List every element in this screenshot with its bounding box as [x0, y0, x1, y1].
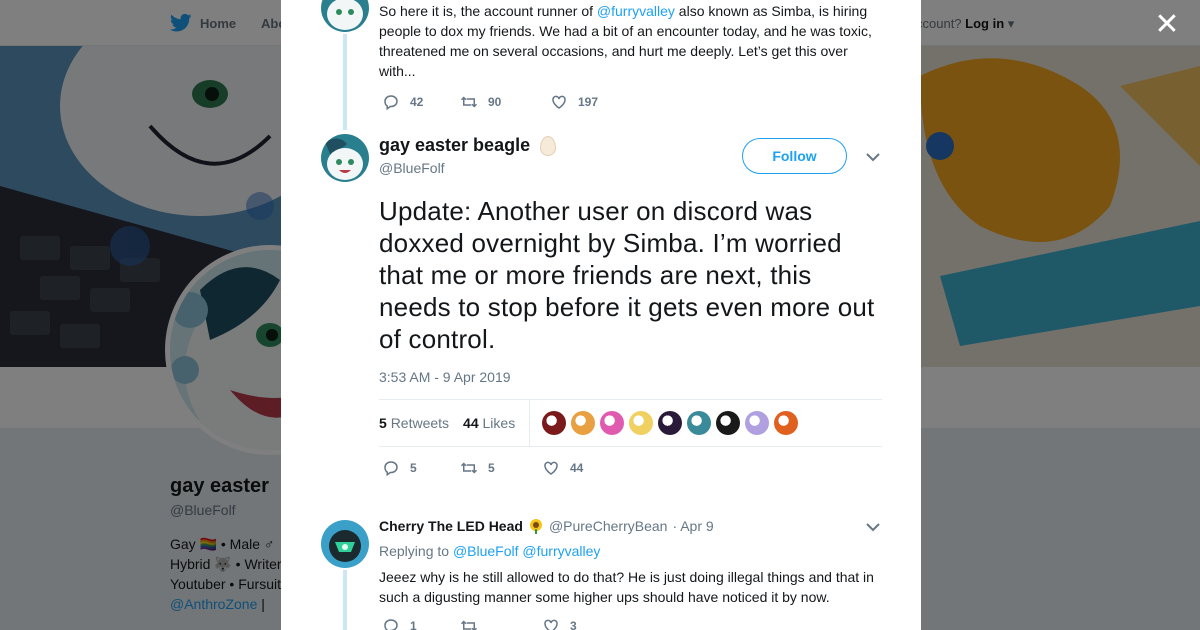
heart-icon	[552, 95, 566, 109]
retweet-stat[interactable]: 5 Retweets	[379, 415, 449, 431]
retweet-button[interactable]	[460, 617, 542, 630]
like-count: 3	[570, 619, 577, 630]
tweet-text: Update: Another user on discord was doxx…	[379, 196, 875, 354]
liker-avatar[interactable]	[571, 411, 596, 435]
reply-button[interactable]: 42	[382, 93, 460, 111]
reply-button[interactable]: 1	[382, 617, 460, 630]
reply-icon	[384, 461, 398, 477]
sunflower-icon	[529, 519, 542, 534]
reply-date[interactable]: · Apr 9	[672, 518, 713, 534]
author-avatar[interactable]	[321, 520, 369, 568]
retweet-icon	[460, 96, 478, 108]
liker-avatar[interactable]	[542, 411, 567, 435]
reply-tweet-actions: 1 3	[382, 617, 577, 630]
liker-avatar[interactable]	[745, 411, 770, 435]
reply-header: Cherry The LED Head @PureCherryBean · Ap…	[379, 518, 714, 534]
replying-prefix: Replying to	[379, 543, 450, 559]
author-handle[interactable]: @BlueFolf	[379, 160, 445, 176]
stats-divider	[529, 400, 531, 446]
retweet-icon	[460, 462, 478, 474]
like-count: 44	[570, 461, 584, 475]
like-stat[interactable]: 44 Likes	[463, 415, 515, 431]
retweet-count: 5	[488, 461, 495, 475]
author-avatar[interactable]	[321, 0, 369, 32]
liker-avatar[interactable]	[600, 411, 625, 435]
tweet-permalink-modal: So here it is, the account runner of @fu…	[281, 0, 921, 630]
retweet-count: 90	[488, 95, 502, 109]
thread-connector-line	[343, 34, 347, 130]
like-button[interactable]: 3	[542, 617, 577, 630]
retweet-icon	[460, 620, 478, 630]
retweet-stat-label: Retweets	[390, 415, 450, 431]
liker-avatar[interactable]	[687, 411, 712, 435]
previous-tweet-text: So here it is, the account runner of @fu…	[379, 1, 884, 81]
replying-to: Replying to @BlueFolf @furryvalley	[379, 543, 600, 559]
tweet-timestamp[interactable]: 3:53 AM - 9 Apr 2019	[379, 369, 511, 385]
liker-avatars	[542, 411, 799, 435]
close-modal-button[interactable]: ✕	[1152, 10, 1182, 40]
reply-button[interactable]: 5	[382, 459, 460, 477]
reply-author-name[interactable]: Cherry The LED Head	[379, 518, 523, 534]
thread-connector-line	[343, 570, 347, 630]
mention-link[interactable]: @furryvalley	[597, 3, 675, 19]
like-button[interactable]: 197	[550, 93, 598, 111]
author-avatar[interactable]	[321, 134, 369, 182]
retweet-button[interactable]: 90	[460, 93, 550, 111]
like-count: 197	[578, 95, 599, 109]
heart-icon	[544, 619, 558, 630]
main-tweet-actions: 5 5 44	[382, 459, 583, 477]
heart-icon	[544, 461, 558, 475]
reply-tweet-text: Jeeez why is he still allowed to do that…	[379, 569, 874, 605]
reply-author-handle[interactable]: @PureCherryBean	[549, 518, 668, 534]
egg-icon	[540, 135, 557, 156]
reply-icon	[384, 95, 398, 111]
like-button[interactable]: 44	[542, 459, 583, 477]
liker-avatar[interactable]	[629, 411, 654, 435]
follow-button[interactable]: Follow	[742, 138, 847, 174]
retweet-button[interactable]: 5	[460, 459, 542, 477]
reply-count: 42	[410, 95, 424, 109]
liker-avatar[interactable]	[774, 411, 799, 435]
author-display-name: gay easter beagle	[379, 135, 531, 155]
author-name[interactable]: gay easter beagle	[379, 135, 557, 156]
like-stat-count: 44	[463, 415, 479, 431]
reply-count: 1	[410, 619, 417, 630]
mention-link[interactable]: @BlueFolf	[453, 543, 519, 559]
tweet-text-part: So here it is, the account runner of	[379, 3, 597, 19]
liker-avatar[interactable]	[716, 411, 741, 435]
chevron-down-icon[interactable]	[865, 519, 881, 535]
chevron-down-icon[interactable]	[865, 149, 881, 165]
reply-icon	[384, 619, 398, 630]
liker-avatar[interactable]	[658, 411, 683, 435]
reply-count: 5	[410, 461, 417, 475]
like-stat-label: Likes	[482, 415, 516, 431]
previous-tweet-actions: 42 90 197	[382, 93, 598, 111]
retweet-stat-count: 5	[379, 415, 387, 431]
mention-link[interactable]: @furryvalley	[522, 543, 600, 559]
close-icon: ✕	[1154, 8, 1180, 41]
tweet-stats: 5 Retweets 44 Likes	[379, 399, 882, 447]
